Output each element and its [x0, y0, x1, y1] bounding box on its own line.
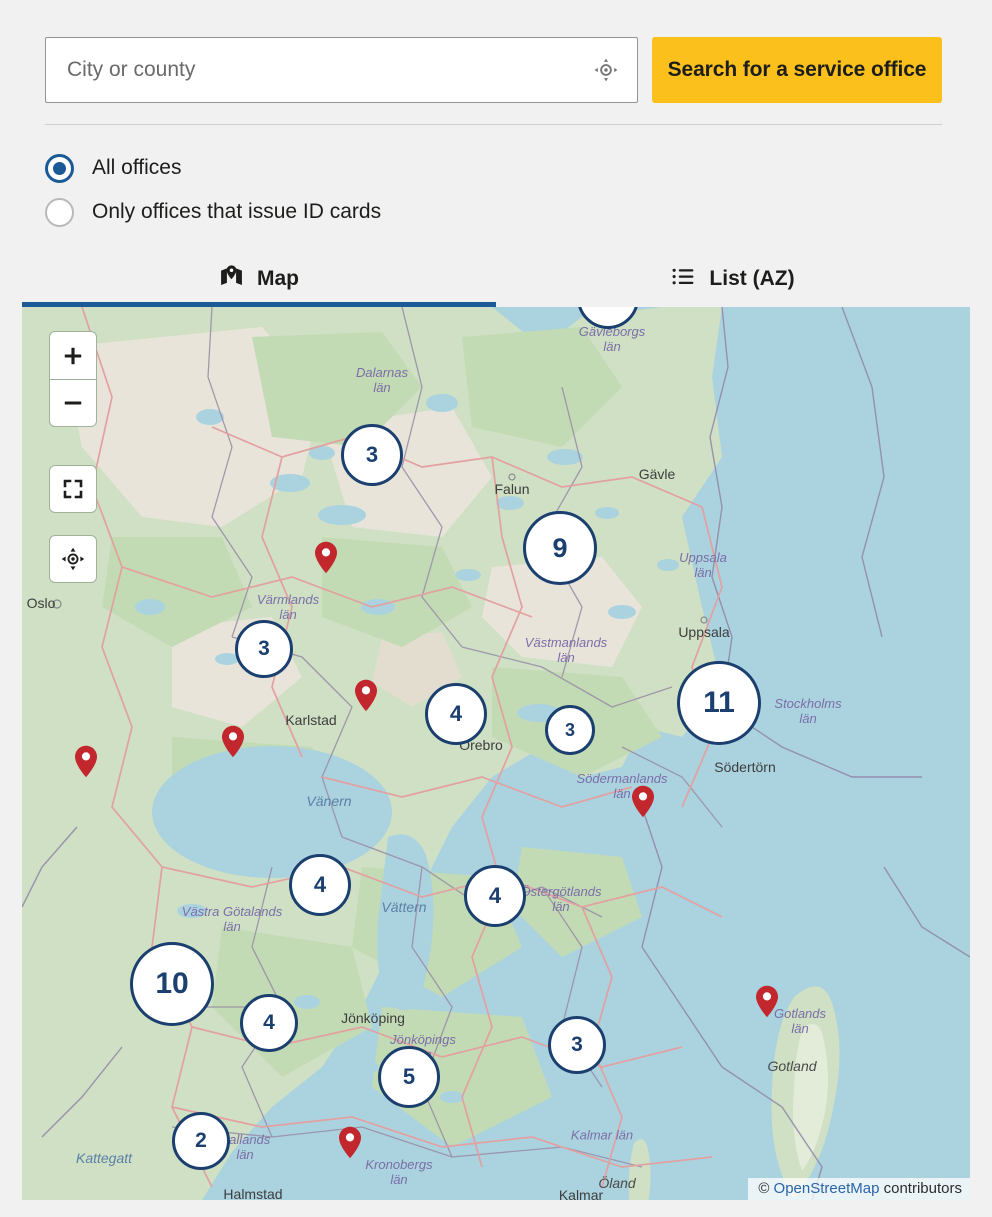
office-map-pin[interactable]	[221, 725, 245, 763]
office-map-pin[interactable]	[354, 679, 378, 717]
map-cluster-marker[interactable]: 4	[240, 994, 298, 1052]
map-cluster-marker[interactable]: 3	[235, 620, 293, 678]
map-view[interactable]: Dalarnas län Gävleborgs län Värmlands län Väst…	[22, 307, 970, 1200]
locate-me-button[interactable]	[49, 535, 97, 583]
map-cluster-marker[interactable]: 4	[289, 854, 351, 916]
map-cluster-marker[interactable]: 4	[464, 865, 526, 927]
map-pin-icon	[219, 264, 244, 295]
crosshair-locate-icon[interactable]	[591, 55, 621, 85]
map-cluster-marker[interactable]: 5	[378, 1046, 440, 1108]
radio-all-offices-indicator[interactable]	[45, 153, 74, 183]
office-map-pin[interactable]	[631, 785, 655, 823]
search-bar: Search for a service office	[45, 37, 942, 103]
map-cluster-marker[interactable]: 3	[548, 1016, 606, 1074]
office-map-pin[interactable]	[755, 985, 779, 1023]
radio-id-card-offices-label: Only offices that issue ID cards	[92, 200, 382, 223]
attribution-prefix: ©	[758, 1180, 774, 1197]
zoom-out-button[interactable]	[49, 379, 97, 427]
radio-all-offices-label: All offices	[92, 156, 182, 179]
office-filter-group: All offices Only offices that issue ID c…	[45, 146, 381, 234]
map-tiles	[22, 307, 970, 1200]
map-controls	[49, 331, 97, 583]
tab-list-label: List (AZ)	[709, 267, 795, 290]
map-cluster-marker[interactable]: 9	[523, 511, 597, 585]
openstreetmap-link[interactable]: OpenStreetMap	[774, 1180, 880, 1197]
office-map-pin[interactable]	[314, 541, 338, 579]
map-attribution: © OpenStreetMap contributors	[748, 1178, 970, 1200]
fullscreen-button[interactable]	[49, 465, 97, 513]
tab-map[interactable]: Map	[22, 253, 496, 307]
office-map-pin[interactable]	[338, 1126, 362, 1164]
radio-id-card-offices[interactable]: Only offices that issue ID cards	[45, 190, 381, 234]
radio-id-card-offices-indicator[interactable]	[45, 197, 74, 227]
search-field	[45, 37, 638, 103]
map-cluster-marker[interactable]: 11	[677, 661, 761, 745]
list-icon	[671, 264, 696, 295]
tab-list[interactable]: List (AZ)	[496, 253, 970, 305]
map-cluster-marker[interactable]: 3	[545, 705, 595, 755]
map-cluster-marker[interactable]: 2	[172, 1112, 230, 1170]
section-divider	[45, 124, 942, 125]
attribution-suffix: contributors	[879, 1180, 962, 1197]
view-tabs: Map List (AZ)	[22, 253, 970, 307]
office-map-pin[interactable]	[74, 745, 98, 783]
search-input[interactable]	[46, 38, 637, 102]
radio-all-offices[interactable]: All offices	[45, 146, 381, 190]
search-button[interactable]: Search for a service office	[652, 37, 942, 103]
zoom-in-button[interactable]	[49, 331, 97, 379]
map-cluster-marker[interactable]: 10	[130, 942, 214, 1026]
map-cluster-marker[interactable]: 3	[341, 424, 403, 486]
map-cluster-marker[interactable]: 4	[425, 683, 487, 745]
tab-map-label: Map	[257, 267, 299, 290]
